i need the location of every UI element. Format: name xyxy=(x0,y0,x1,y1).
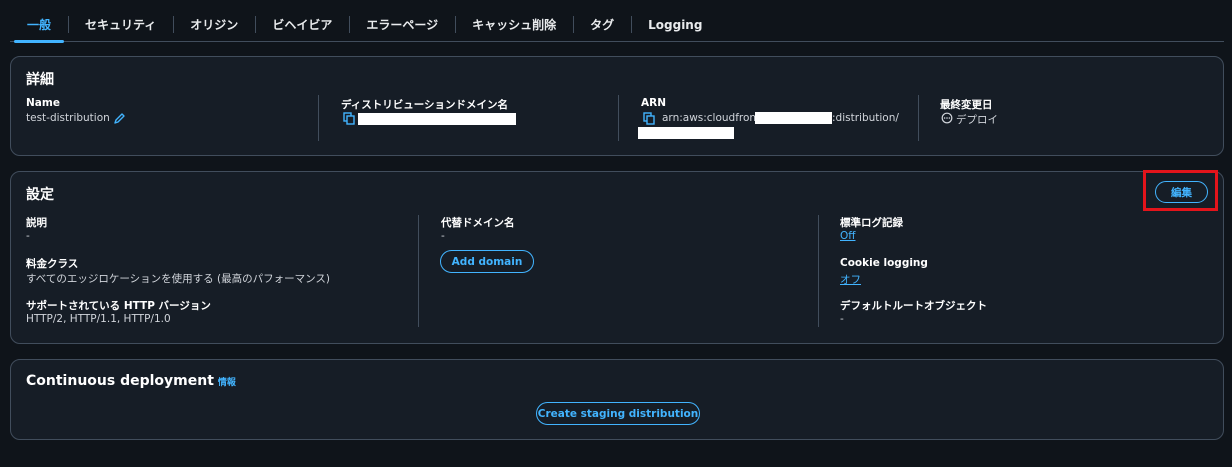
cookie-logging-label: Cookie logging xyxy=(840,257,928,269)
divider xyxy=(418,215,419,327)
arn-suffix: :distribution/ xyxy=(832,112,899,124)
price-class-value: すべてのエッジロケーションを使用する (最高のパフォーマンス) xyxy=(26,273,330,285)
modified-value: デプロイ xyxy=(956,114,998,126)
tab-origins[interactable]: オリジン xyxy=(173,8,255,41)
tab-behaviors[interactable]: ビヘイビア xyxy=(255,8,349,41)
alt-domain-value: - xyxy=(441,230,445,242)
details-title: 詳細 xyxy=(26,72,54,88)
description-value: - xyxy=(26,230,30,242)
in-progress-icon xyxy=(941,112,953,124)
arn-prefix: arn:aws:cloudfront:: xyxy=(662,112,768,124)
name-label: Name xyxy=(26,97,60,109)
divider xyxy=(318,95,319,141)
redacted-domain xyxy=(358,113,516,125)
standard-logging-label: 標準ログ記録 xyxy=(840,217,903,229)
standard-logging-link[interactable]: Off xyxy=(840,230,856,242)
continuous-deployment-title: Continuous deployment xyxy=(26,373,214,389)
divider xyxy=(618,95,619,141)
tab-security[interactable]: セキュリティ xyxy=(68,8,173,41)
add-domain-button[interactable]: Add domain xyxy=(440,250,534,273)
copy-icon[interactable] xyxy=(343,112,356,125)
continuous-deployment-panel: Continuous deployment 情報 Create staging … xyxy=(10,359,1224,440)
cookie-logging-link[interactable]: オフ xyxy=(840,272,861,287)
edit-button[interactable]: 編集 xyxy=(1155,181,1208,203)
description-label: 説明 xyxy=(26,217,47,229)
continuous-deployment-header: Continuous deployment 情報 xyxy=(26,373,236,389)
domain-label: ディストリビューションドメイン名 xyxy=(341,99,509,111)
pencil-icon[interactable] xyxy=(113,112,126,125)
create-staging-distribution-button[interactable]: Create staging distribution xyxy=(536,402,700,425)
redacted-distribution-id xyxy=(638,127,734,139)
tab-error-pages[interactable]: エラーページ xyxy=(349,8,455,41)
http-version-value: HTTP/2, HTTP/1.1, HTTP/1.0 xyxy=(26,313,171,325)
tab-logging[interactable]: Logging xyxy=(631,8,719,41)
root-object-label: デフォルトルートオブジェクト xyxy=(840,300,987,312)
root-object-value: - xyxy=(840,313,844,325)
divider xyxy=(918,95,919,141)
details-panel: 詳細 Name test-distribution ディストリビューションドメイ… xyxy=(10,56,1224,156)
redacted-account-id xyxy=(755,112,832,124)
tab-bar: 一般 セキュリティ オリジン ビヘイビア エラーページ キャッシュ削除 タグ L… xyxy=(10,8,1224,43)
tab-invalidations[interactable]: キャッシュ削除 xyxy=(455,8,573,41)
modified-label: 最終変更日 xyxy=(940,99,993,111)
arn-label: ARN xyxy=(641,97,666,109)
settings-panel: 設定 編集 説明 - 料金クラス すべてのエッジロケーションを使用する (最高の… xyxy=(10,170,1224,344)
copy-icon[interactable] xyxy=(643,112,656,125)
price-class-label: 料金クラス xyxy=(26,258,79,270)
info-link[interactable]: 情報 xyxy=(218,375,236,388)
tab-tags[interactable]: タグ xyxy=(573,8,631,41)
divider xyxy=(818,215,819,327)
settings-title: 設定 xyxy=(26,187,54,203)
alt-domain-label: 代替ドメイン名 xyxy=(441,217,515,229)
http-version-label: サポートされている HTTP バージョン xyxy=(26,300,211,312)
name-value: test-distribution xyxy=(26,112,110,124)
tab-general[interactable]: 一般 xyxy=(10,8,68,43)
